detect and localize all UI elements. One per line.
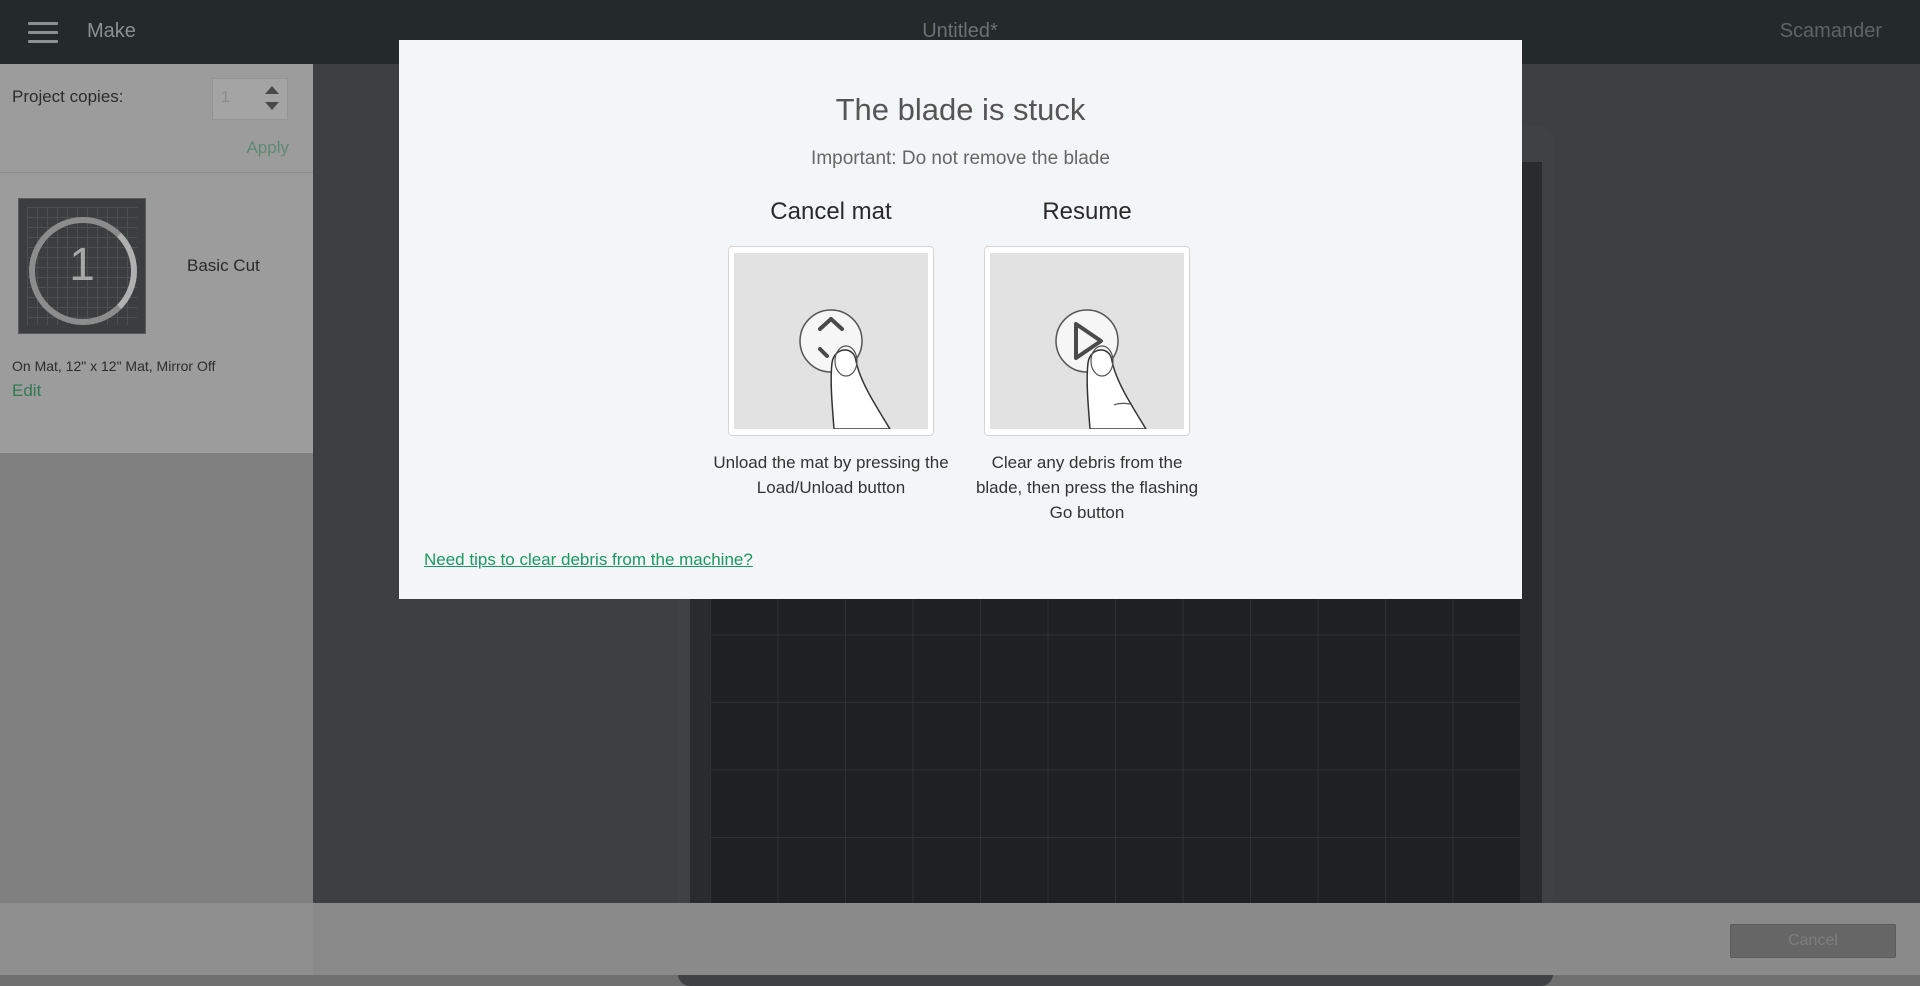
decrement-icon[interactable] xyxy=(265,102,279,110)
mat-thumbnail[interactable]: 1 xyxy=(18,198,146,334)
debris-help-link[interactable]: Need tips to clear debris from the machi… xyxy=(424,550,753,570)
resume-card[interactable] xyxy=(984,246,1190,436)
load-unload-button-icon xyxy=(734,253,928,430)
bottom-bar: Cancel xyxy=(0,903,1920,975)
cancel-mat-card[interactable] xyxy=(728,246,934,436)
cancel-button[interactable]: Cancel xyxy=(1730,924,1896,958)
project-copies-stepper[interactable]: 1 xyxy=(212,78,288,120)
mat-name: Basic Cut xyxy=(187,256,260,275)
dialog-subtitle: Important: Do not remove the blade xyxy=(811,148,1110,169)
mat-settings-panel: Project copies: 1 Apply 1 Basic Cut On M… xyxy=(0,64,313,453)
cancel-mat-title: Cancel mat xyxy=(770,198,892,225)
bottom-bar-left xyxy=(0,903,313,975)
project-copies-input[interactable]: 1 xyxy=(221,89,230,107)
user-name[interactable]: Scamander xyxy=(1780,20,1882,43)
go-button-icon xyxy=(990,253,1184,430)
apply-button[interactable]: Apply xyxy=(246,138,289,158)
dialog-title: The blade is stuck xyxy=(835,92,1086,127)
mat-number: 1 xyxy=(69,238,95,290)
edit-link[interactable]: Edit xyxy=(12,381,41,401)
cancel-mat-description: Unload the mat by pressing the Load/Unlo… xyxy=(713,453,949,497)
blade-stuck-dialog: The blade is stuck Important: Do not rem… xyxy=(399,40,1522,599)
mat-info: On Mat, 12" x 12" Mat, Mirror Off xyxy=(12,358,216,374)
increment-icon[interactable] xyxy=(265,86,279,94)
resume-title: Resume xyxy=(1042,198,1132,225)
resume-option: Resume Clear any debris from the blade, … xyxy=(967,198,1207,525)
cancel-mat-option: Cancel mat Unload the mat by pressing th… xyxy=(711,198,951,500)
left-panel: Project copies: 1 Apply 1 Basic Cut On M… xyxy=(0,64,313,975)
resume-description: Clear any debris from the blade, then pr… xyxy=(975,453,1199,522)
divider xyxy=(0,172,313,173)
project-copies-label: Project copies: xyxy=(12,87,124,106)
